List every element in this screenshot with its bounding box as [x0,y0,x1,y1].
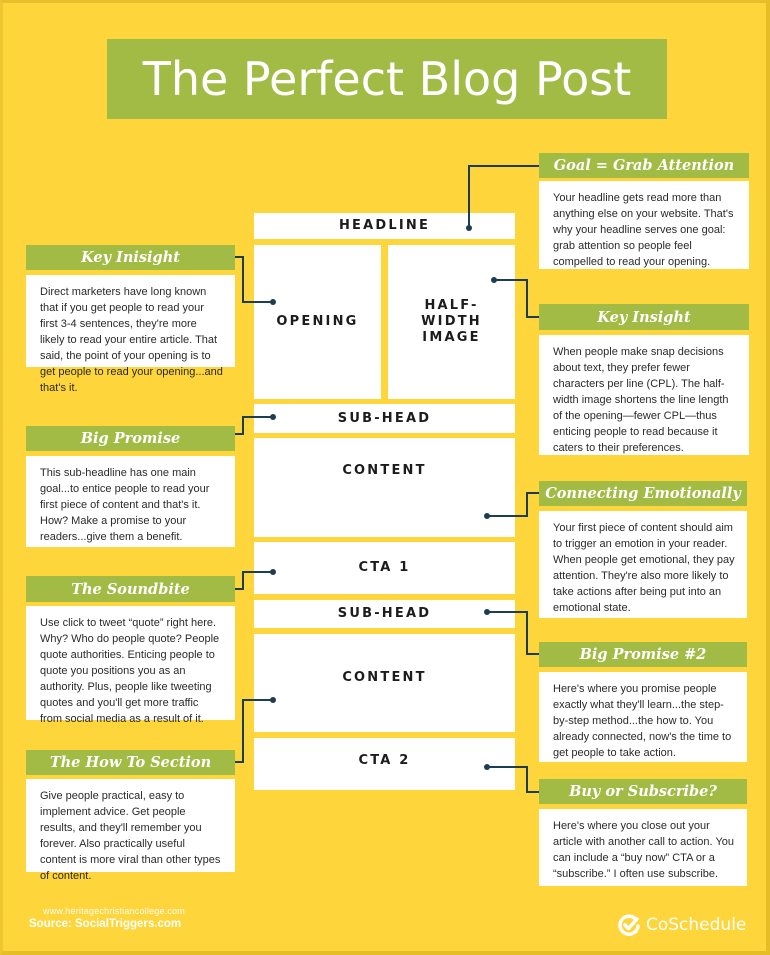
connector-dot-cta-2 [484,764,490,770]
connector-lines [235,165,539,793]
connector-dot-content-1 [484,513,490,519]
coschedule-check-icon [618,914,640,936]
connector-dot-cta-1 [270,569,276,575]
connector-dot-opening [270,299,276,305]
brand-name: CoSchedule [646,915,747,935]
connector-dot-subhead-1 [270,414,276,420]
connector-dot-content-2 [270,697,276,703]
brand-logo: CoSchedule [617,913,746,937]
footer-source: Source: SocialTriggers.com [29,918,182,930]
connector-dot-headline [466,225,472,231]
connector-dot-subhead-2 [484,609,490,615]
connector-soundbite [235,571,273,590]
connector-key-insight [494,279,539,318]
connector-big-promise-2 [487,611,539,655]
footer-url: www.heritagechristiancollege.com [43,906,185,916]
connector-key-inisight [235,256,273,303]
infographic: The Perfect Blog Post HEADLINE OPENING H… [0,0,770,955]
connector-big-promise [235,416,273,435]
connector-connecting-emotionally [487,492,539,517]
connector-dot-half-width-image [491,277,497,283]
connector-buy-subscribe [487,766,539,793]
connector-goal [468,165,539,228]
connector-how-to [235,699,273,763]
